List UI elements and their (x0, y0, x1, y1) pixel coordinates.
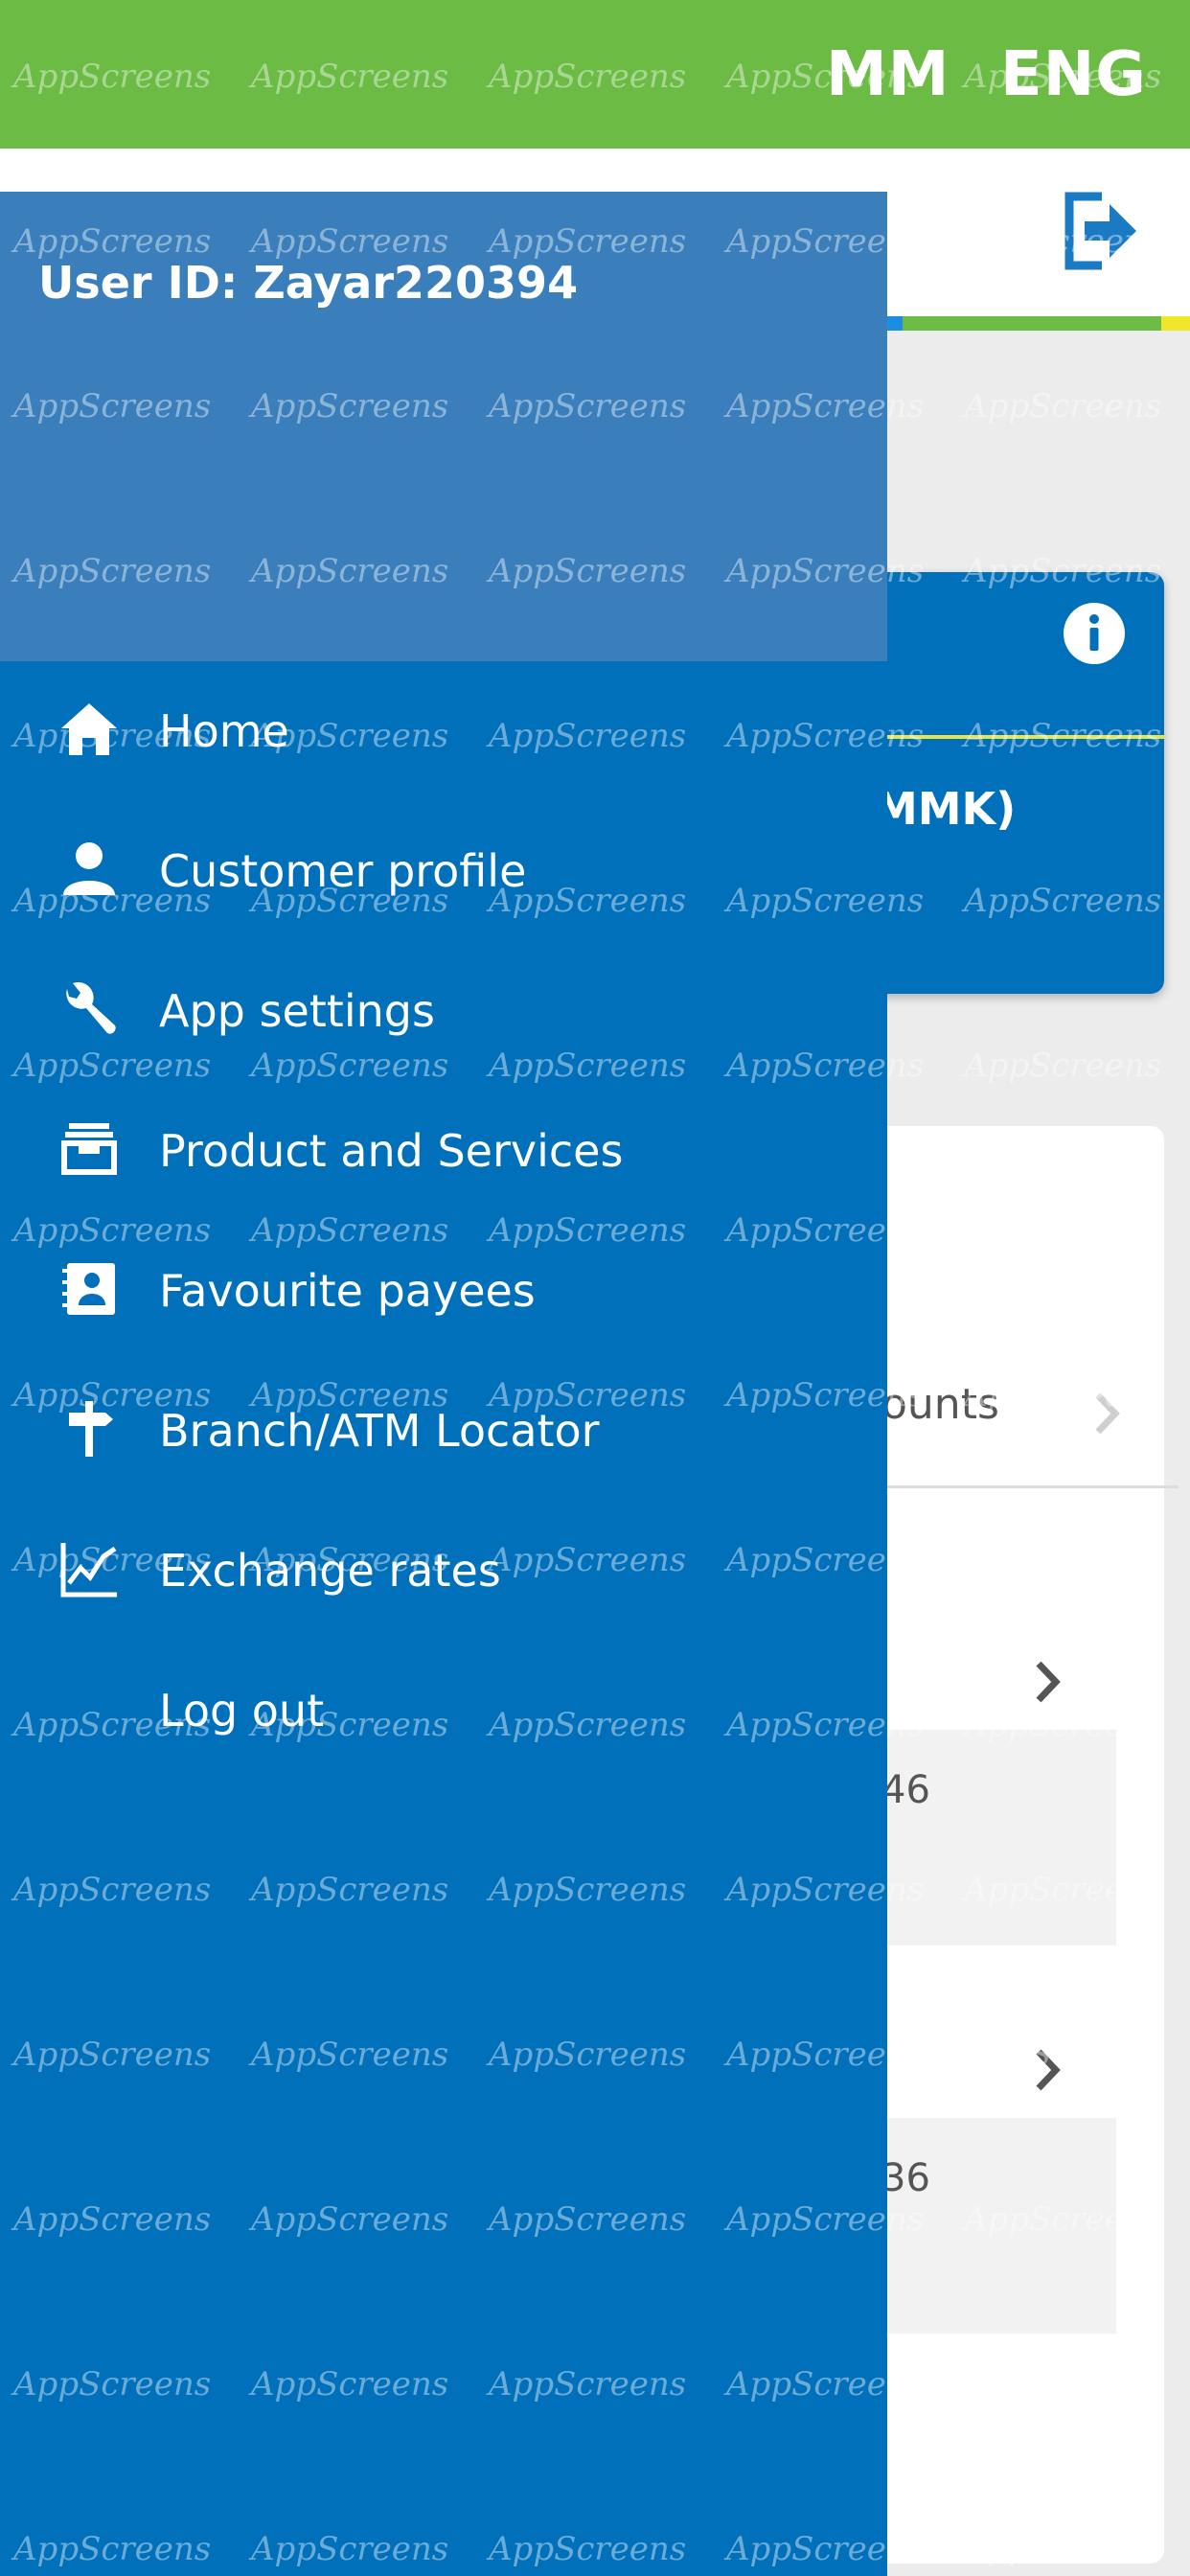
info-icon[interactable] (1062, 601, 1127, 666)
logout-icon[interactable] (1062, 191, 1138, 271)
menu-item-label: Product and Services (159, 1125, 624, 1177)
menu-item-label: Favourite payees (159, 1265, 536, 1317)
menu-item-label: Exchange rates (159, 1545, 501, 1597)
menu-item-favourite-payees[interactable]: Favourite payees (0, 1221, 887, 1361)
account-box[interactable]: 46 (862, 1730, 1116, 1945)
account-card[interactable]: MMK) (862, 572, 1164, 994)
menu-item-home[interactable]: Home (0, 661, 887, 801)
home-icon (61, 703, 117, 755)
menu-item-label: Log out (159, 1685, 325, 1736)
menu-item-customer-profile[interactable]: Customer profile (0, 801, 887, 941)
line-chart-icon (60, 1543, 117, 1598)
contacts-book-icon (62, 1263, 115, 1315)
accounts-link-label[interactable]: ounts (881, 1380, 999, 1429)
account-box[interactable]: 36 (862, 2118, 1116, 2334)
top-bar: MM ENG (0, 0, 1190, 149)
account-number: 36 (881, 2156, 930, 2200)
account-number: 46 (881, 1768, 930, 1812)
chevron-right-icon[interactable] (1092, 1390, 1121, 1438)
signpost-icon (69, 1401, 113, 1457)
chevron-right-icon[interactable] (1033, 2046, 1062, 2094)
wrench-icon (66, 981, 116, 1034)
panel-divider (862, 1485, 1179, 1488)
person-icon (63, 842, 115, 895)
menu-item-label: Home (159, 705, 289, 757)
accounts-panel: ounts 46 36 (862, 1126, 1179, 2564)
menu-item-branch-atm-locator[interactable]: Branch/ATM Locator (0, 1361, 887, 1501)
menu-item-log-out[interactable]: Log out (0, 1641, 887, 1781)
drawer-header: User ID: Zayar220394 (0, 192, 887, 661)
menu-item-label: Branch/ATM Locator (159, 1405, 600, 1457)
menu-item-label: Customer profile (159, 845, 527, 897)
card-currency: MMK) (874, 783, 1017, 835)
menu-item-app-settings[interactable]: App settings (0, 941, 887, 1081)
menu-item-label: App settings (159, 985, 435, 1037)
language-eng-button[interactable]: ENG (1000, 36, 1147, 113)
navigation-drawer: User ID: Zayar220394 Home Customer profi… (0, 192, 887, 2576)
menu-item-exchange-rates[interactable]: Exchange rates (0, 1501, 887, 1641)
user-id: User ID: Zayar220394 (38, 257, 579, 309)
menu-item-product-services[interactable]: Product and Services (0, 1081, 887, 1221)
archive-icon (61, 1123, 117, 1175)
chevron-right-icon[interactable] (1033, 1658, 1062, 1706)
card-divider (862, 735, 1164, 739)
language-mm-button[interactable]: MM (826, 36, 950, 113)
